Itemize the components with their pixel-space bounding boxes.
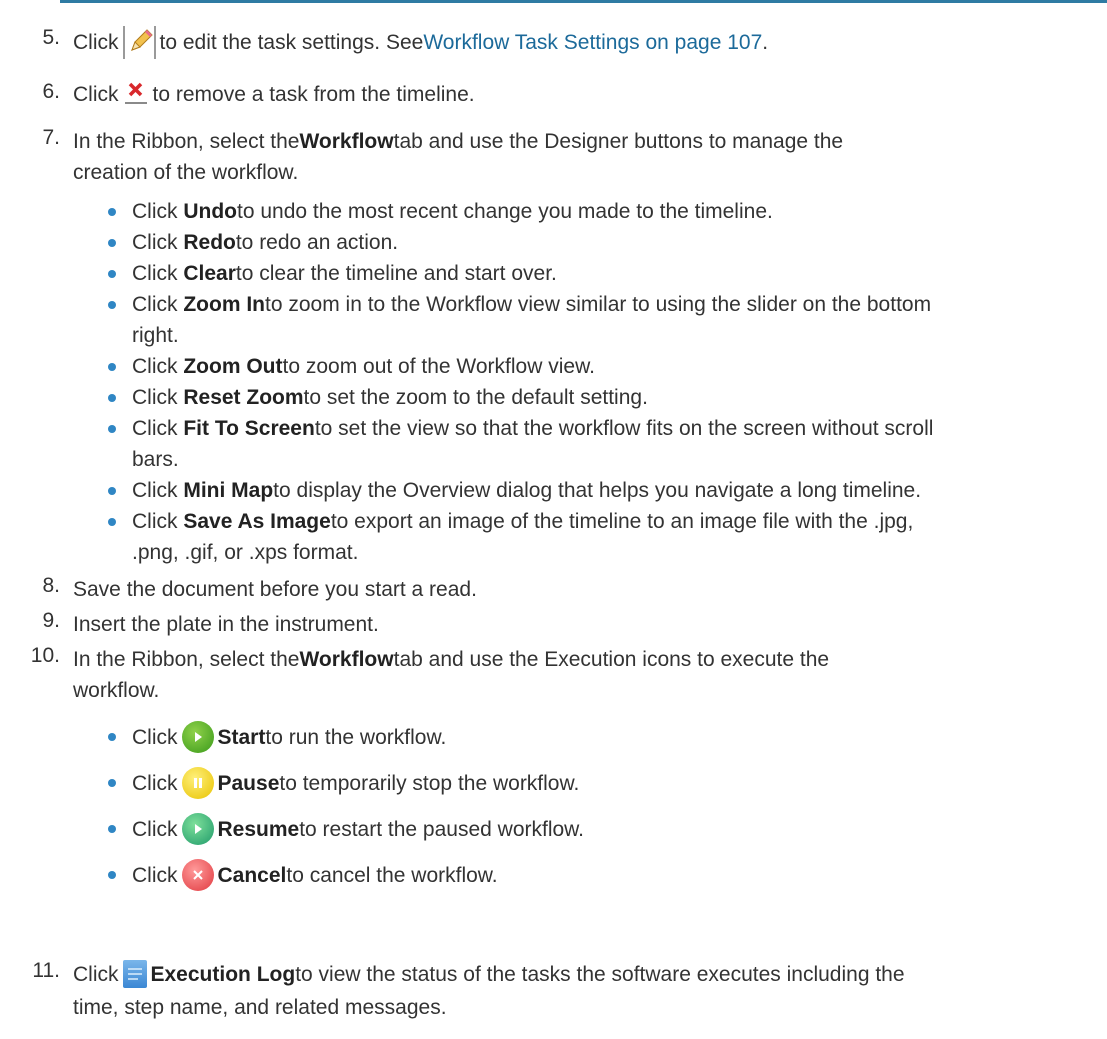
step-number: 10.	[30, 644, 60, 667]
zoom-in-button-label: Zoom In	[183, 293, 265, 316]
execution-bullet-list: Click Start to run the workflow. Click P…	[106, 714, 1096, 898]
bullet-icon	[108, 487, 116, 495]
cancel-button-label: Cancel	[217, 863, 287, 887]
step-text: tab and use the Execution icons to execu…	[393, 648, 830, 671]
list-item: Click Save As Image to export an image o…	[106, 506, 1096, 568]
list-item: Click Zoom Out to zoom out of the Workfl…	[106, 351, 1096, 382]
mini-map-button-label: Mini Map	[183, 479, 274, 502]
designer-bullet-list: Click Undo to undo the most recent chang…	[106, 196, 1096, 568]
bullet-icon	[108, 394, 116, 402]
undo-button-label: Undo	[183, 200, 237, 223]
bullet-icon	[108, 239, 116, 247]
bullet-icon	[108, 425, 116, 433]
step-text: Insert the plate in the instrument.	[73, 613, 379, 636]
step-text: to remove a task from the timeline.	[152, 82, 475, 106]
list-item: Click Mini Map to display the Overview d…	[106, 475, 1096, 506]
step-text: Click	[73, 30, 119, 54]
step-number: 9.	[42, 609, 60, 632]
save-as-image-button-label: Save As Image	[183, 510, 331, 533]
remove-icon	[123, 81, 149, 107]
step-text: time, step name, and related messages.	[73, 996, 447, 1019]
start-icon	[181, 721, 214, 753]
bullet-icon	[108, 733, 116, 741]
list-item: Click Pause to temporarily stop the work…	[106, 760, 1096, 806]
zoom-out-button-label: Zoom Out	[183, 355, 283, 378]
list-item: Click Zoom In to zoom in to the Workflow…	[106, 289, 1096, 351]
list-item: Click Resume to restart the paused workf…	[106, 806, 1096, 852]
step-number: 7.	[42, 126, 60, 149]
workflow-tab-label: Workflow	[299, 648, 394, 671]
list-item: Click Reset Zoom to set the zoom to the …	[106, 382, 1096, 413]
list-item: Click Cancel to cancel the workflow.	[106, 852, 1096, 898]
settings-link[interactable]: Workflow Task Settings on page 107	[423, 27, 762, 58]
step-text: .	[762, 30, 769, 54]
bullet-icon	[108, 301, 116, 309]
redo-button-label: Redo	[183, 231, 236, 254]
resume-icon	[181, 813, 214, 845]
bullet-icon	[108, 208, 116, 216]
step-text: In the Ribbon, select the	[73, 648, 300, 671]
pause-button-label: Pause	[217, 771, 280, 795]
cancel-icon	[181, 859, 214, 891]
list-item: Click Redo to redo an action.	[106, 227, 1096, 258]
bullet-icon	[108, 825, 116, 833]
pencil-icon	[122, 25, 156, 59]
step-text: Save the document before you start a rea…	[73, 578, 477, 601]
step-text: workflow.	[73, 679, 160, 702]
list-item: Click Start to run the workflow.	[106, 714, 1096, 760]
bullet-icon	[108, 779, 116, 787]
clear-button-label: Clear	[183, 262, 236, 285]
resume-button-label: Resume	[217, 817, 300, 841]
step-text: In the Ribbon, select the	[73, 130, 300, 153]
bullet-icon	[108, 270, 116, 278]
step-text: to edit the task settings. See	[159, 30, 424, 54]
step-text: to view the status of the tasks the soft…	[295, 962, 905, 986]
execution-log-label: Execution Log	[150, 962, 296, 986]
step-text: Click	[73, 962, 119, 986]
list-item: Click Fit To Screen to set the view so t…	[106, 413, 1096, 475]
start-button-label: Start	[217, 725, 266, 749]
step-number: 8.	[42, 574, 60, 597]
step-number: 6.	[42, 80, 60, 103]
step-text: creation of the workflow.	[73, 161, 299, 184]
reset-zoom-button-label: Reset Zoom	[183, 386, 304, 409]
step-text: tab and use the Designer buttons to mana…	[393, 130, 844, 153]
fit-to-screen-button-label: Fit To Screen	[183, 417, 315, 440]
bullet-icon	[108, 871, 116, 879]
bullet-icon	[108, 518, 116, 526]
bullet-icon	[108, 363, 116, 371]
step-number: 5.	[42, 26, 60, 49]
workflow-tab-label: Workflow	[299, 130, 394, 153]
list-item: Click Undo to undo the most recent chang…	[106, 196, 1096, 227]
execution-log-icon	[122, 960, 147, 988]
step-number: 11.	[32, 959, 60, 982]
list-item: Click Clear to clear the timeline and st…	[106, 258, 1096, 289]
top-rule	[60, 0, 1107, 3]
pause-icon	[181, 767, 214, 799]
step-text: Click	[73, 82, 119, 106]
